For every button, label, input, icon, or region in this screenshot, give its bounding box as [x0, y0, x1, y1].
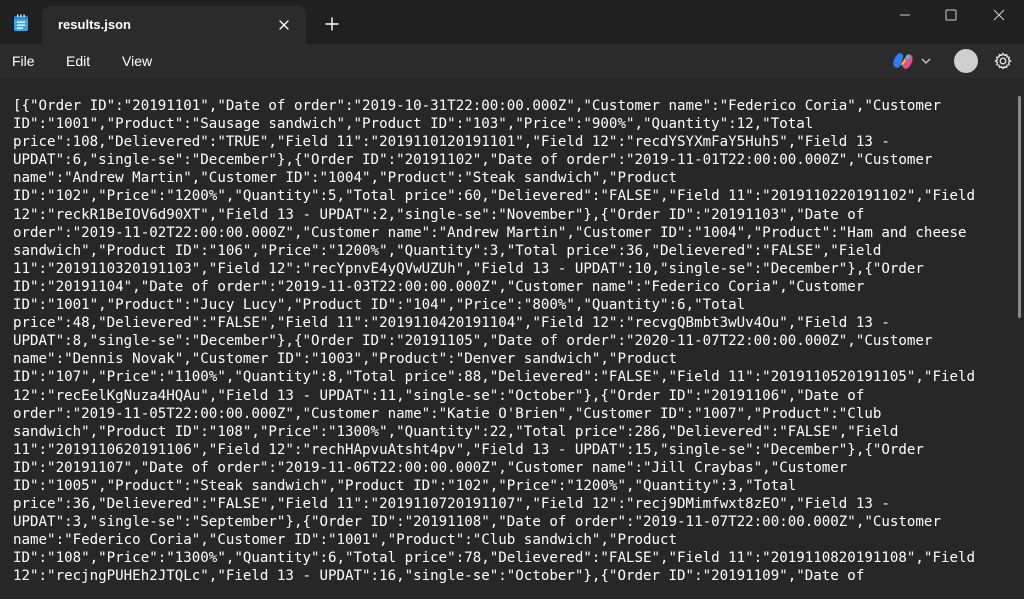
menu-edit[interactable]: Edit	[66, 44, 90, 78]
editor-line: 11":"2019110320191103","Field 12":"recYp…	[13, 260, 924, 277]
maximize-icon[interactable]	[928, 0, 974, 30]
minimize-icon[interactable]	[882, 0, 928, 30]
text-editor[interactable]: [{"Order ID":"20191101","Date of order":…	[0, 78, 1024, 599]
close-icon[interactable]	[976, 0, 1022, 30]
editor-line: ID":"107","Price":"1100%","Quantity":8,"…	[13, 369, 976, 386]
tab-title: results.json	[58, 17, 131, 32]
editor-line: sandwich","Product ID":"106","Price":"12…	[13, 242, 882, 259]
plus-icon[interactable]	[324, 16, 340, 32]
menu-file[interactable]: File	[12, 44, 35, 78]
avatar[interactable]	[954, 49, 978, 73]
editor-line: 12":"recjngPUHEh2JTQLc","Field 13 - UPDA…	[13, 568, 865, 585]
editor-line: order":"2019-11-05T22:00:00.000Z","Custo…	[13, 405, 882, 422]
editor-line: name":"Dennis Novak","Customer ID":"1003…	[13, 351, 678, 368]
editor-line: sandwich","Product ID":"108","Price":"13…	[13, 423, 899, 440]
editor-line: ID":"108","Price":"1300%","Quantity":6,"…	[13, 550, 976, 567]
tab-results-json[interactable]: results.json	[42, 6, 306, 44]
editor-line: price":36,"Delievered":"FALSE","Field 11…	[13, 496, 890, 513]
menu-view[interactable]: View	[122, 44, 152, 78]
editor-line: UPDAT":6,"single-se":"December"},{"Order…	[13, 152, 933, 169]
editor-line: ID":"1001","Product":"Sausage sandwich",…	[13, 116, 814, 133]
copilot-icon[interactable]	[892, 52, 914, 70]
editor-line: 12":"reckR1BeIOV6d90XT","Field 13 - UPDA…	[13, 206, 865, 223]
menu-bar: File Edit View	[0, 44, 1024, 78]
editor-line: ID":"1001","Product":"Jucy Lucy","Produc…	[13, 297, 746, 314]
editor-line: ID":"20191104","Date of order":"2019-11-…	[13, 278, 865, 295]
notepad-icon	[12, 14, 30, 32]
editor-line: price":108,"Delievered":"TRUE","Field 11…	[13, 134, 890, 151]
gear-icon[interactable]	[993, 51, 1013, 71]
editor-line: ID":"1005","Product":"Steak sandwich","P…	[13, 477, 797, 494]
vertical-scrollbar[interactable]	[1018, 96, 1021, 318]
editor-line: UPDAT":8,"single-se":"December"},{"Order…	[13, 333, 933, 350]
chevron-down-icon[interactable]	[920, 55, 932, 67]
notepad-window: results.json File Edit View [{"Order ID"…	[0, 0, 1024, 599]
editor-line: UPDAT":3,"single-se":"September"},{"Orde…	[13, 514, 941, 531]
editor-line: name":"Federico Coria","Customer ID":"10…	[13, 532, 678, 549]
editor-line: ID":"20191107","Date of order":"2019-11-…	[13, 459, 848, 476]
editor-line: order":"2019-11-02T22:00:00.000Z","Custo…	[13, 224, 967, 241]
editor-line: name":"Andrew Martin","Customer ID":"100…	[13, 170, 678, 187]
editor-line: 11":"2019110620191106","Field 12":"rechH…	[13, 441, 924, 458]
title-bar: results.json	[0, 0, 1024, 44]
close-icon[interactable]	[276, 17, 292, 33]
editor-line: [{"Order ID":"20191101","Date of order":…	[13, 98, 941, 114]
editor-line: price":48,"Delievered":"FALSE","Field 11…	[13, 315, 890, 332]
editor-line: ID":"102","Price":"1200%","Quantity":5,"…	[13, 188, 976, 205]
editor-content[interactable]: [{"Order ID":"20191101","Date of order":…	[13, 97, 1008, 586]
editor-line: 12":"recEelKgNuza4HQAu","Field 13 - UPDA…	[13, 387, 865, 404]
